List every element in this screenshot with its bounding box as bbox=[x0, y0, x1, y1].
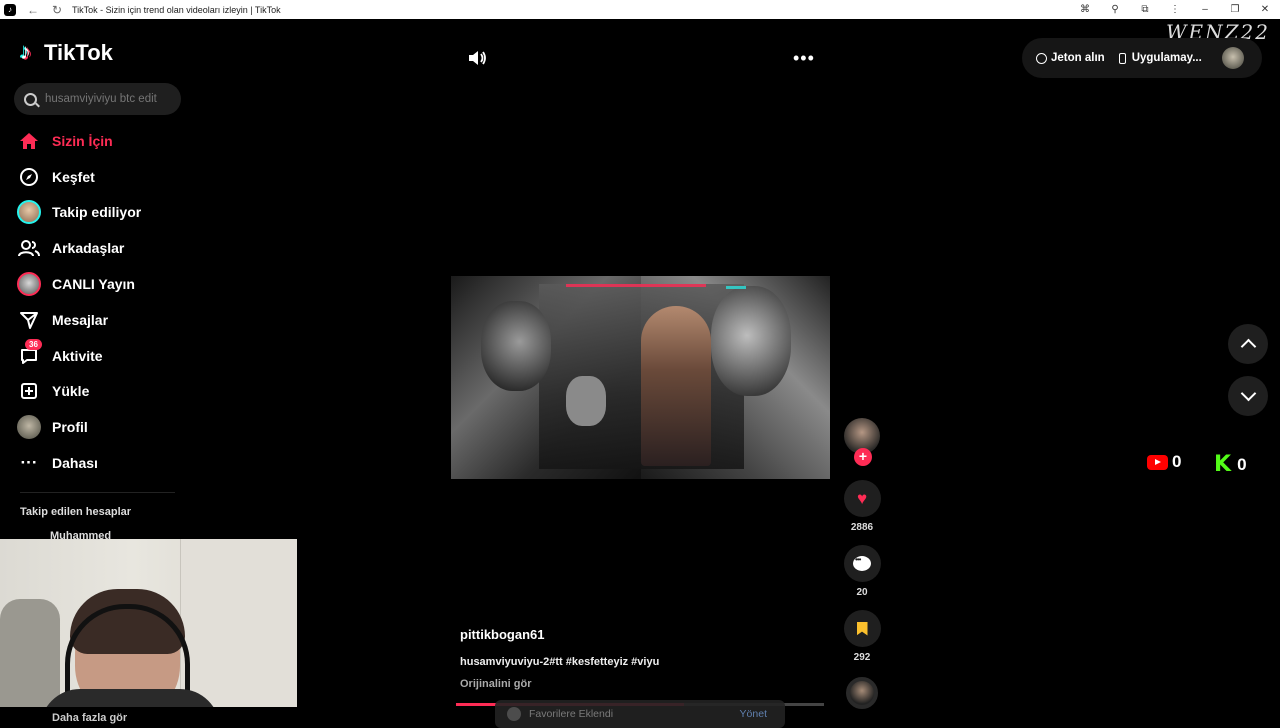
kick-count: 0 bbox=[1237, 454, 1247, 474]
search-input[interactable] bbox=[45, 93, 170, 105]
author-avatar[interactable]: + bbox=[844, 418, 880, 466]
sidebar-item-label: Dahası bbox=[52, 455, 98, 472]
sidebar-item-following[interactable]: Takip ediliyor bbox=[16, 195, 186, 231]
get-coins-label: Jeton alın bbox=[1051, 52, 1105, 64]
search-icon bbox=[24, 92, 37, 106]
save-button[interactable] bbox=[843, 610, 881, 647]
sidebar-item-explore[interactable]: Keşfet bbox=[16, 159, 186, 195]
video-actions: + ♥ 2886 20 292 bbox=[842, 418, 882, 709]
get-app-button[interactable]: Uygulamay... bbox=[1118, 52, 1202, 64]
video-author-name[interactable]: pittikbogan61 bbox=[460, 627, 545, 642]
live-avatar-icon bbox=[16, 271, 42, 297]
sidebar-item-label: Aktivite bbox=[52, 347, 103, 364]
send-icon bbox=[16, 307, 42, 333]
youtube-icon bbox=[1147, 454, 1168, 470]
header-actions: Jeton alın Uygulamay... bbox=[1022, 38, 1262, 78]
tiktok-app-icon: ♪ bbox=[4, 3, 16, 16]
see-original-link[interactable]: Orijinalini gör bbox=[460, 678, 532, 690]
kick-viewer-counter: K 0 bbox=[1214, 452, 1247, 477]
close-icon[interactable]: ✕ bbox=[1250, 4, 1280, 15]
comment-count: 20 bbox=[856, 587, 868, 598]
favorites-toast: Favorilere Eklendi Yönet bbox=[495, 700, 785, 728]
toast-text: Favorilere Eklendi bbox=[529, 708, 614, 720]
video-player[interactable] bbox=[451, 276, 830, 479]
chevron-up-icon bbox=[1240, 338, 1256, 355]
like-button[interactable]: ♥ bbox=[843, 480, 881, 517]
extensions-icon[interactable]: ⧉ bbox=[1130, 4, 1160, 15]
home-icon bbox=[16, 128, 42, 154]
zoom-icon[interactable]: ⚲ bbox=[1100, 4, 1130, 15]
window-title: TikTok - Sizin için trend olan videoları… bbox=[72, 4, 281, 15]
get-coins-button[interactable]: Jeton alın bbox=[1036, 52, 1105, 64]
sidebar-divider bbox=[20, 492, 175, 493]
previous-video-button[interactable] bbox=[1228, 324, 1268, 364]
translate-icon[interactable]: ⌘ bbox=[1070, 4, 1100, 15]
tiktok-logo[interactable]: TikTok bbox=[20, 39, 113, 66]
heart-icon: ♥ bbox=[856, 488, 868, 508]
volume-icon[interactable] bbox=[466, 48, 488, 68]
compass-icon bbox=[16, 164, 42, 190]
next-video-button[interactable] bbox=[1228, 376, 1268, 416]
sidebar-item-label: Arkadaşlar bbox=[52, 240, 125, 257]
get-app-label: Uygulamay... bbox=[1131, 52, 1202, 64]
sidebar-item-profile[interactable]: Profil bbox=[16, 409, 186, 445]
sidebar-item-more[interactable]: ··· Dahası bbox=[16, 445, 186, 481]
comment-button[interactable] bbox=[843, 545, 881, 582]
minimize-icon[interactable]: – bbox=[1190, 4, 1220, 15]
back-icon[interactable]: ← bbox=[26, 3, 40, 17]
phone-icon bbox=[1118, 52, 1126, 64]
sidebar-item-for-you[interactable]: Sizin İçin bbox=[16, 123, 186, 159]
sidebar-item-activity[interactable]: 36 Aktivite bbox=[16, 338, 186, 374]
sidebar-item-upload[interactable]: Yükle bbox=[16, 374, 186, 410]
following-accounts-title: Takip edilen hesaplar bbox=[20, 506, 132, 518]
sidebar-item-live[interactable]: CANLI Yayın bbox=[16, 266, 186, 302]
upload-icon bbox=[16, 378, 42, 404]
search-bar[interactable] bbox=[14, 83, 181, 115]
restore-icon[interactable]: ❐ bbox=[1220, 4, 1250, 15]
save-count: 292 bbox=[853, 652, 871, 663]
kick-icon: K bbox=[1214, 452, 1232, 477]
browser-titlebar: ♪ ← ↻ TikTok - Sizin için trend olan vid… bbox=[0, 0, 1280, 19]
like-count: 2886 bbox=[850, 522, 874, 533]
follow-button[interactable]: + bbox=[854, 448, 872, 466]
window-controls: ⌘ ⚲ ⧉ ⋮ – ❐ ✕ bbox=[1070, 0, 1280, 19]
comment-icon bbox=[853, 555, 871, 571]
sidebar-item-label: Takip ediliyor bbox=[52, 204, 142, 221]
sidebar-item-label: Yükle bbox=[52, 383, 90, 400]
reload-icon[interactable]: ↻ bbox=[50, 3, 64, 17]
video-caption: husamviyuviyu-2#tt #kesfetteyiz #viyu bbox=[460, 656, 660, 668]
sidebar-item-friends[interactable]: Arkadaşlar bbox=[16, 230, 186, 266]
sidebar-item-label: Profil bbox=[52, 419, 88, 436]
music-disc-avatar[interactable] bbox=[846, 677, 878, 709]
youtube-count: 0 bbox=[1172, 452, 1182, 471]
bookmark-icon bbox=[856, 621, 868, 636]
youtube-viewer-counter: 0 bbox=[1147, 452, 1181, 472]
coin-icon bbox=[1036, 52, 1047, 64]
see-more-link[interactable]: Daha fazla gör bbox=[52, 712, 127, 724]
chevron-down-icon bbox=[1240, 385, 1256, 402]
user-avatar[interactable] bbox=[1221, 47, 1244, 69]
profile-avatar-icon bbox=[16, 414, 42, 440]
tiktok-note-icon bbox=[20, 39, 40, 65]
more-options-icon[interactable]: ••• bbox=[793, 48, 815, 69]
webcam-overlay bbox=[0, 539, 297, 707]
sidebar-item-label: Keşfet bbox=[52, 168, 95, 185]
friends-icon bbox=[16, 235, 42, 261]
following-avatar-icon bbox=[16, 199, 42, 225]
sidebar-item-label: Sizin İçin bbox=[52, 132, 113, 149]
save-action[interactable]: 292 bbox=[842, 610, 882, 663]
sidebar-item-messages[interactable]: Mesajlar bbox=[16, 302, 186, 338]
comment-action[interactable]: 20 bbox=[842, 545, 882, 598]
sidebar-nav: Sizin İçin Keşfet Takip ediliyor Arkadaş… bbox=[16, 123, 186, 481]
logo-text: TikTok bbox=[44, 40, 113, 65]
sidebar-item-label: Mesajlar bbox=[52, 311, 109, 328]
check-icon bbox=[507, 707, 521, 721]
menu-kebab-icon[interactable]: ⋮ bbox=[1160, 4, 1190, 15]
activity-badge: 36 bbox=[25, 338, 42, 350]
sidebar-item-label: CANLI Yayın bbox=[52, 276, 135, 293]
toast-manage-link[interactable]: Yönet bbox=[740, 708, 767, 720]
like-action[interactable]: ♥ 2886 bbox=[842, 480, 882, 533]
more-icon: ··· bbox=[20, 453, 38, 473]
